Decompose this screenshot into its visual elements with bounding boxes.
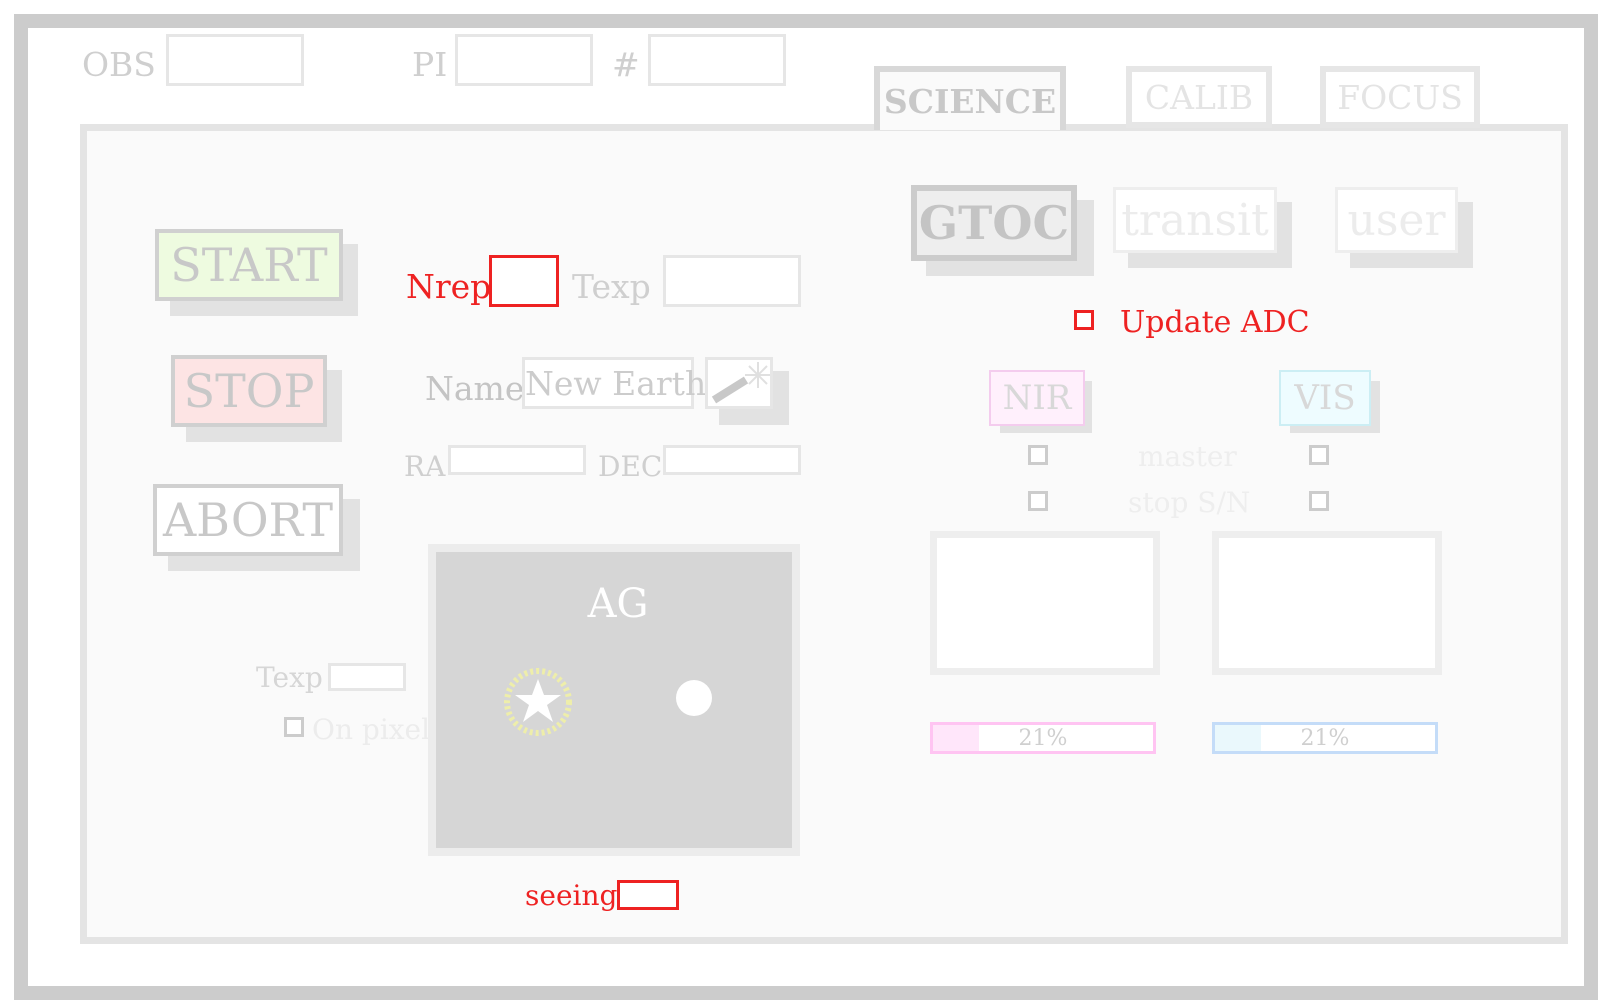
nir-display xyxy=(930,531,1160,675)
name-input[interactable]: New Earth xyxy=(522,357,706,409)
vis-progress-text: 21% xyxy=(1300,725,1350,751)
transit-button[interactable]: transit xyxy=(1113,187,1277,253)
guide-star-icon[interactable] xyxy=(498,662,578,742)
name-value: New Earth xyxy=(525,363,707,403)
magic-wand-button[interactable] xyxy=(705,357,773,409)
tab-calib[interactable]: CALIB xyxy=(1126,66,1272,128)
obs-label: OBS xyxy=(82,45,156,84)
ra-label: RA xyxy=(404,450,446,483)
ag-texp-input[interactable] xyxy=(328,663,406,691)
vis-stop-sn-checkbox[interactable] xyxy=(1309,491,1329,511)
obs-input[interactable] xyxy=(166,34,304,86)
nir-master-checkbox[interactable] xyxy=(1028,445,1048,465)
name-label: Name xyxy=(425,369,525,408)
nir-progress-bar: 21% xyxy=(930,722,1156,754)
vis-progress-bar: 21% xyxy=(1212,722,1438,754)
stop-sn-label: stop S/N xyxy=(1128,486,1251,519)
number-input[interactable] xyxy=(648,34,786,86)
pi-label: PI xyxy=(412,45,448,84)
dec-label: DEC xyxy=(598,450,663,483)
magic-wand-icon xyxy=(711,362,770,404)
vis-display xyxy=(1212,531,1442,675)
stop-button[interactable]: STOP xyxy=(171,355,327,427)
dec-input[interactable] xyxy=(663,445,801,475)
ag-frame: AG xyxy=(428,544,800,856)
ag-title: AG xyxy=(587,581,649,627)
nir-button[interactable]: NIR xyxy=(989,370,1085,426)
nrep-input[interactable] xyxy=(489,255,559,307)
start-button[interactable]: START xyxy=(155,229,343,301)
update-adc-checkbox[interactable] xyxy=(1074,310,1094,330)
update-adc-label: Update ADC xyxy=(1120,305,1310,340)
number-label: # xyxy=(612,45,640,84)
vis-master-checkbox[interactable] xyxy=(1309,445,1329,465)
pi-input[interactable] xyxy=(455,34,593,86)
ag-texp-label: Texp xyxy=(256,661,323,694)
seeing-input[interactable] xyxy=(617,880,679,910)
gtoc-button[interactable]: GTOC xyxy=(911,185,1077,261)
abort-button[interactable]: ABORT xyxy=(153,484,343,556)
tab-focus[interactable]: FOCUS xyxy=(1320,66,1480,128)
ra-input[interactable] xyxy=(448,445,586,475)
on-pixel-checkbox[interactable] xyxy=(284,717,304,737)
nir-progress-text: 21% xyxy=(1018,725,1068,751)
on-pixel-label: On pixel xyxy=(312,713,431,746)
texp-input[interactable] xyxy=(663,255,801,307)
seeing-label: seeing xyxy=(525,879,618,912)
user-button[interactable]: user xyxy=(1335,187,1458,253)
tab-science[interactable]: SCIENCE xyxy=(874,66,1066,130)
vis-button[interactable]: VIS xyxy=(1279,370,1371,426)
texp-label: Texp xyxy=(572,267,651,306)
nir-stop-sn-checkbox[interactable] xyxy=(1028,491,1048,511)
nrep-label: Nrep xyxy=(406,267,492,306)
target-dot-icon[interactable] xyxy=(676,680,712,716)
master-label: master xyxy=(1138,440,1237,473)
